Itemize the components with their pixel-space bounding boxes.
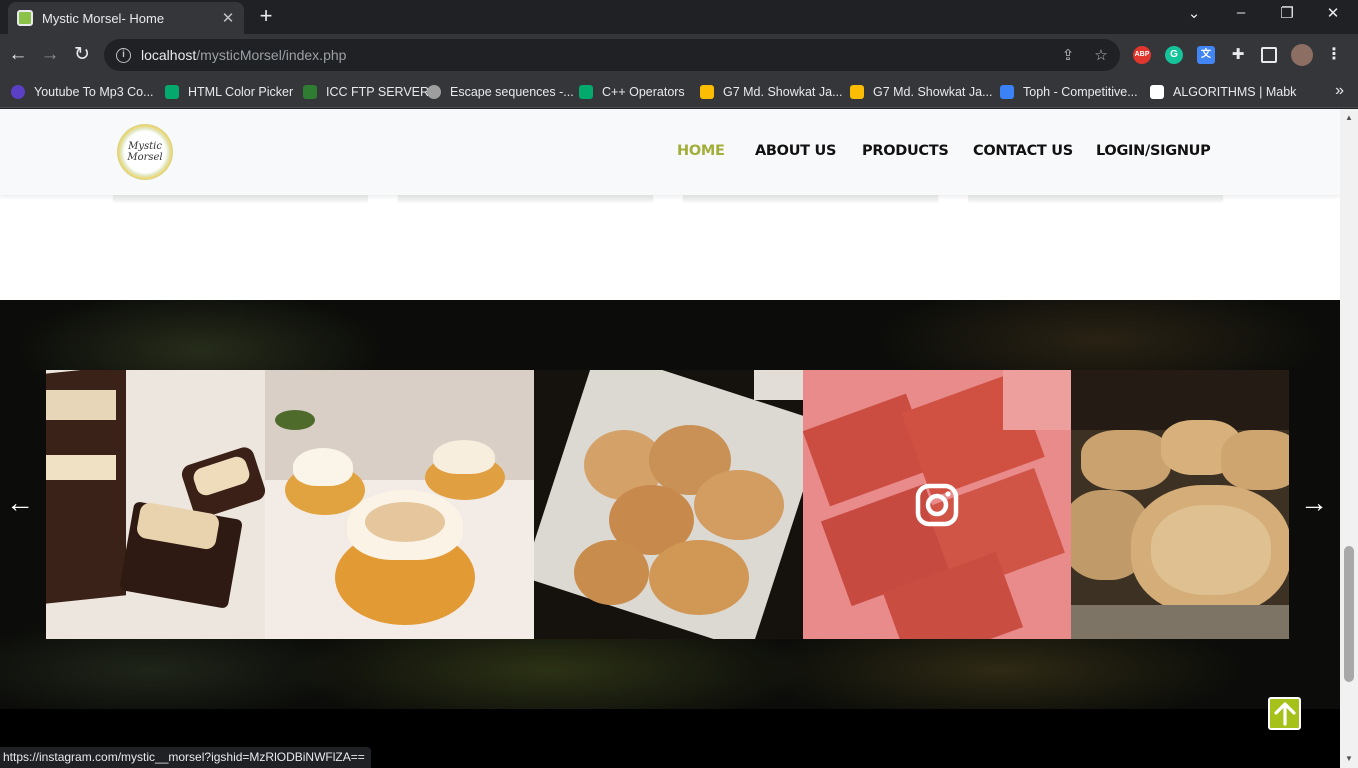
google-drive-icon — [700, 85, 714, 99]
google-drive-icon — [850, 85, 864, 99]
instagram-icon — [915, 483, 959, 526]
bookmark-item[interactable]: ALGORITHMS | Mabk — [1150, 83, 1296, 101]
back-to-top-button[interactable] — [1268, 697, 1301, 730]
scroll-up-icon[interactable]: ▲ — [1344, 113, 1354, 123]
scroll-down-icon[interactable]: ▼ — [1344, 754, 1354, 764]
bookmark-favicon-icon — [11, 85, 25, 99]
site-header: Mystic Morsel HOME ABOUT US PRODUCTS CON… — [0, 109, 1340, 195]
bookmark-item[interactable]: G7 Md. Showkat Ja... — [850, 83, 993, 101]
instagram-hover-overlay[interactable] — [803, 370, 1071, 639]
address-bar[interactable]: i localhost/mysticMorsel/index.php ⇪ ☆ — [104, 39, 1120, 71]
nav-home[interactable]: HOME — [677, 143, 725, 159]
instagram-gallery-section: ← → — [0, 300, 1340, 709]
gallery-item-marble-brownies[interactable] — [46, 370, 265, 639]
product-card-edge — [968, 195, 1223, 200]
bookmark-favicon-icon — [579, 85, 593, 99]
gallery-item-powdered-pastries[interactable] — [534, 370, 803, 639]
share-icon[interactable]: ⇪ — [1059, 46, 1077, 64]
new-tab-button[interactable]: + — [254, 5, 278, 29]
bookmark-favicon-icon — [1000, 85, 1014, 99]
adblock-plus-icon[interactable]: ABP — [1133, 46, 1151, 64]
tab-search-icon[interactable]: ⌄ — [1182, 4, 1206, 26]
restore-button[interactable]: ❐ — [1275, 4, 1299, 26]
minimize-button[interactable]: – — [1229, 4, 1253, 26]
status-bar-url: https://instagram.com/mystic__morsel?igs… — [0, 747, 371, 768]
gallery-item-meringue-donuts[interactable] — [265, 370, 534, 639]
bookmark-item[interactable]: G7 Md. Showkat Ja... — [700, 83, 843, 101]
bookmark-item[interactable]: Escape sequences -... — [427, 83, 574, 101]
bookmark-item[interactable]: ICC FTP SERVER — [303, 83, 429, 101]
site-logo[interactable]: Mystic Morsel — [117, 124, 173, 180]
product-card-edge — [683, 195, 938, 200]
browser-toolbar: ← → ↻ i localhost/mysticMorsel/index.php… — [0, 34, 1358, 76]
bookmark-favicon-icon — [303, 85, 317, 99]
menu-kebab-icon[interactable]: ⋮ — [1325, 46, 1343, 64]
tab-strip: Mystic Morsel- Home ✕ + ⌄ – ❐ ✕ — [0, 0, 1358, 34]
grammarly-icon[interactable]: G — [1165, 46, 1183, 64]
product-card-edge — [398, 195, 653, 200]
gallery-item-red-velvet-brownies[interactable] — [803, 370, 1071, 639]
product-card-edge — [113, 195, 368, 200]
forward-button[interactable]: → — [38, 43, 62, 67]
bookmark-star-icon[interactable]: ☆ — [1092, 46, 1110, 64]
arrow-up-icon — [1273, 701, 1296, 726]
instagram-carousel — [46, 370, 1289, 639]
tab-title: Mystic Morsel- Home — [42, 10, 165, 26]
bookmark-item[interactable]: HTML Color Picker — [165, 83, 293, 101]
site-info-icon[interactable]: i — [116, 47, 131, 63]
page-viewport: Mystic Morsel HOME ABOUT US PRODUCTS CON… — [0, 109, 1340, 768]
nav-login-signup[interactable]: LOGIN/SIGNUP — [1096, 143, 1211, 159]
more-bookmarks-icon[interactable]: » — [1335, 82, 1344, 100]
nav-contact-us[interactable]: CONTACT US — [973, 143, 1073, 159]
gallery-item-apple-pastry[interactable] — [1071, 370, 1289, 639]
reload-button[interactable]: ↻ — [70, 43, 94, 67]
scrollbar-thumb[interactable] — [1344, 546, 1354, 682]
browser-tab[interactable]: Mystic Morsel- Home ✕ — [8, 2, 244, 34]
wix-icon — [1150, 85, 1164, 99]
bookmark-favicon-icon — [165, 85, 179, 99]
bookmark-item[interactable]: Youtube To Mp3 Co... — [11, 83, 154, 101]
url-text: localhost/mysticMorsel/index.php — [141, 47, 347, 63]
carousel-prev-arrow-icon[interactable]: ← — [6, 489, 34, 518]
side-panel-icon[interactable] — [1261, 47, 1277, 63]
close-window-button[interactable]: ✕ — [1321, 4, 1345, 26]
carousel-next-arrow-icon[interactable]: → — [1300, 489, 1328, 518]
close-tab-icon[interactable]: ✕ — [220, 9, 236, 27]
nav-about-us[interactable]: ABOUT US — [755, 143, 836, 159]
bookmark-item[interactable]: Toph - Competitive... — [1000, 83, 1138, 101]
site-favicon-icon — [17, 10, 33, 26]
profile-avatar[interactable] — [1291, 44, 1313, 66]
bookmarks-bar: Youtube To Mp3 Co... HTML Color Picker I… — [0, 76, 1358, 108]
translate-icon[interactable]: 文 — [1197, 46, 1215, 64]
extensions-icon[interactable]: ✚ — [1229, 46, 1247, 64]
bookmark-favicon-icon — [427, 85, 441, 99]
bookmark-item[interactable]: C++ Operators — [579, 83, 685, 101]
page-scrollbar[interactable]: ▲ ▼ — [1340, 109, 1358, 768]
nav-products[interactable]: PRODUCTS — [862, 143, 949, 159]
back-button[interactable]: ← — [6, 43, 30, 67]
logo-text: Mystic Morsel — [127, 141, 163, 163]
